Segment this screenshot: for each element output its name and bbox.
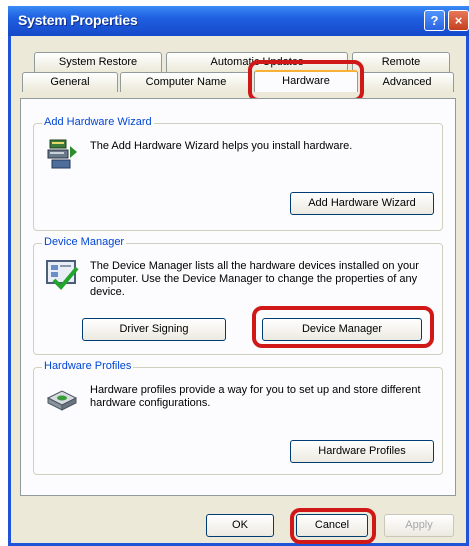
device-manager-group: Device Manager The Device Manager lists … — [33, 236, 443, 355]
help-icon: ? — [430, 13, 439, 28]
add-hardware-icon — [47, 139, 77, 169]
hardware-profiles-description: Hardware profiles provide a way for you … — [90, 384, 421, 409]
tab-automatic-updates[interactable]: Automatic Updates — [166, 52, 348, 72]
device-manager-button[interactable]: Device Manager — [262, 318, 422, 341]
add-hardware-wizard-button[interactable]: Add Hardware Wizard — [290, 192, 434, 215]
add-hardware-legend: Add Hardware Wizard — [42, 116, 154, 128]
tab-computer-name[interactable]: Computer Name — [120, 72, 252, 92]
tab-general[interactable]: General — [22, 72, 118, 92]
ok-button[interactable]: OK — [206, 514, 274, 537]
tab-system-restore[interactable]: System Restore — [34, 52, 162, 72]
hardware-profiles-button[interactable]: Hardware Profiles — [290, 440, 434, 463]
close-button[interactable]: × — [448, 10, 469, 31]
tab-hardware[interactable]: Hardware — [254, 70, 358, 92]
apply-button[interactable]: Apply — [384, 514, 454, 537]
title-bar[interactable]: System Properties ? × — [8, 6, 469, 36]
help-button[interactable]: ? — [424, 10, 445, 31]
device-manager-legend: Device Manager — [42, 236, 127, 248]
hardware-tab-panel: Add Hardware Wizard The Add Hardware Wiz… — [20, 98, 456, 496]
add-hardware-group: Add Hardware Wizard The Add Hardware Wiz… — [33, 116, 443, 231]
close-icon: × — [454, 13, 463, 28]
device-manager-icon — [46, 260, 79, 290]
hardware-profiles-group: Hardware Profiles Hardware profiles prov… — [33, 360, 443, 475]
add-hardware-description: The Add Hardware Wizard helps you instal… — [90, 140, 353, 152]
window-title: System Properties — [18, 12, 138, 28]
hardware-profiles-legend: Hardware Profiles — [42, 360, 134, 372]
tab-remote[interactable]: Remote — [352, 52, 450, 72]
hardware-profiles-icon — [46, 390, 78, 411]
cancel-button[interactable]: Cancel — [296, 514, 368, 537]
driver-signing-button[interactable]: Driver Signing — [82, 318, 226, 341]
tab-advanced[interactable]: Advanced — [360, 72, 454, 92]
device-manager-description: The Device Manager lists all the hardwar… — [90, 260, 419, 298]
